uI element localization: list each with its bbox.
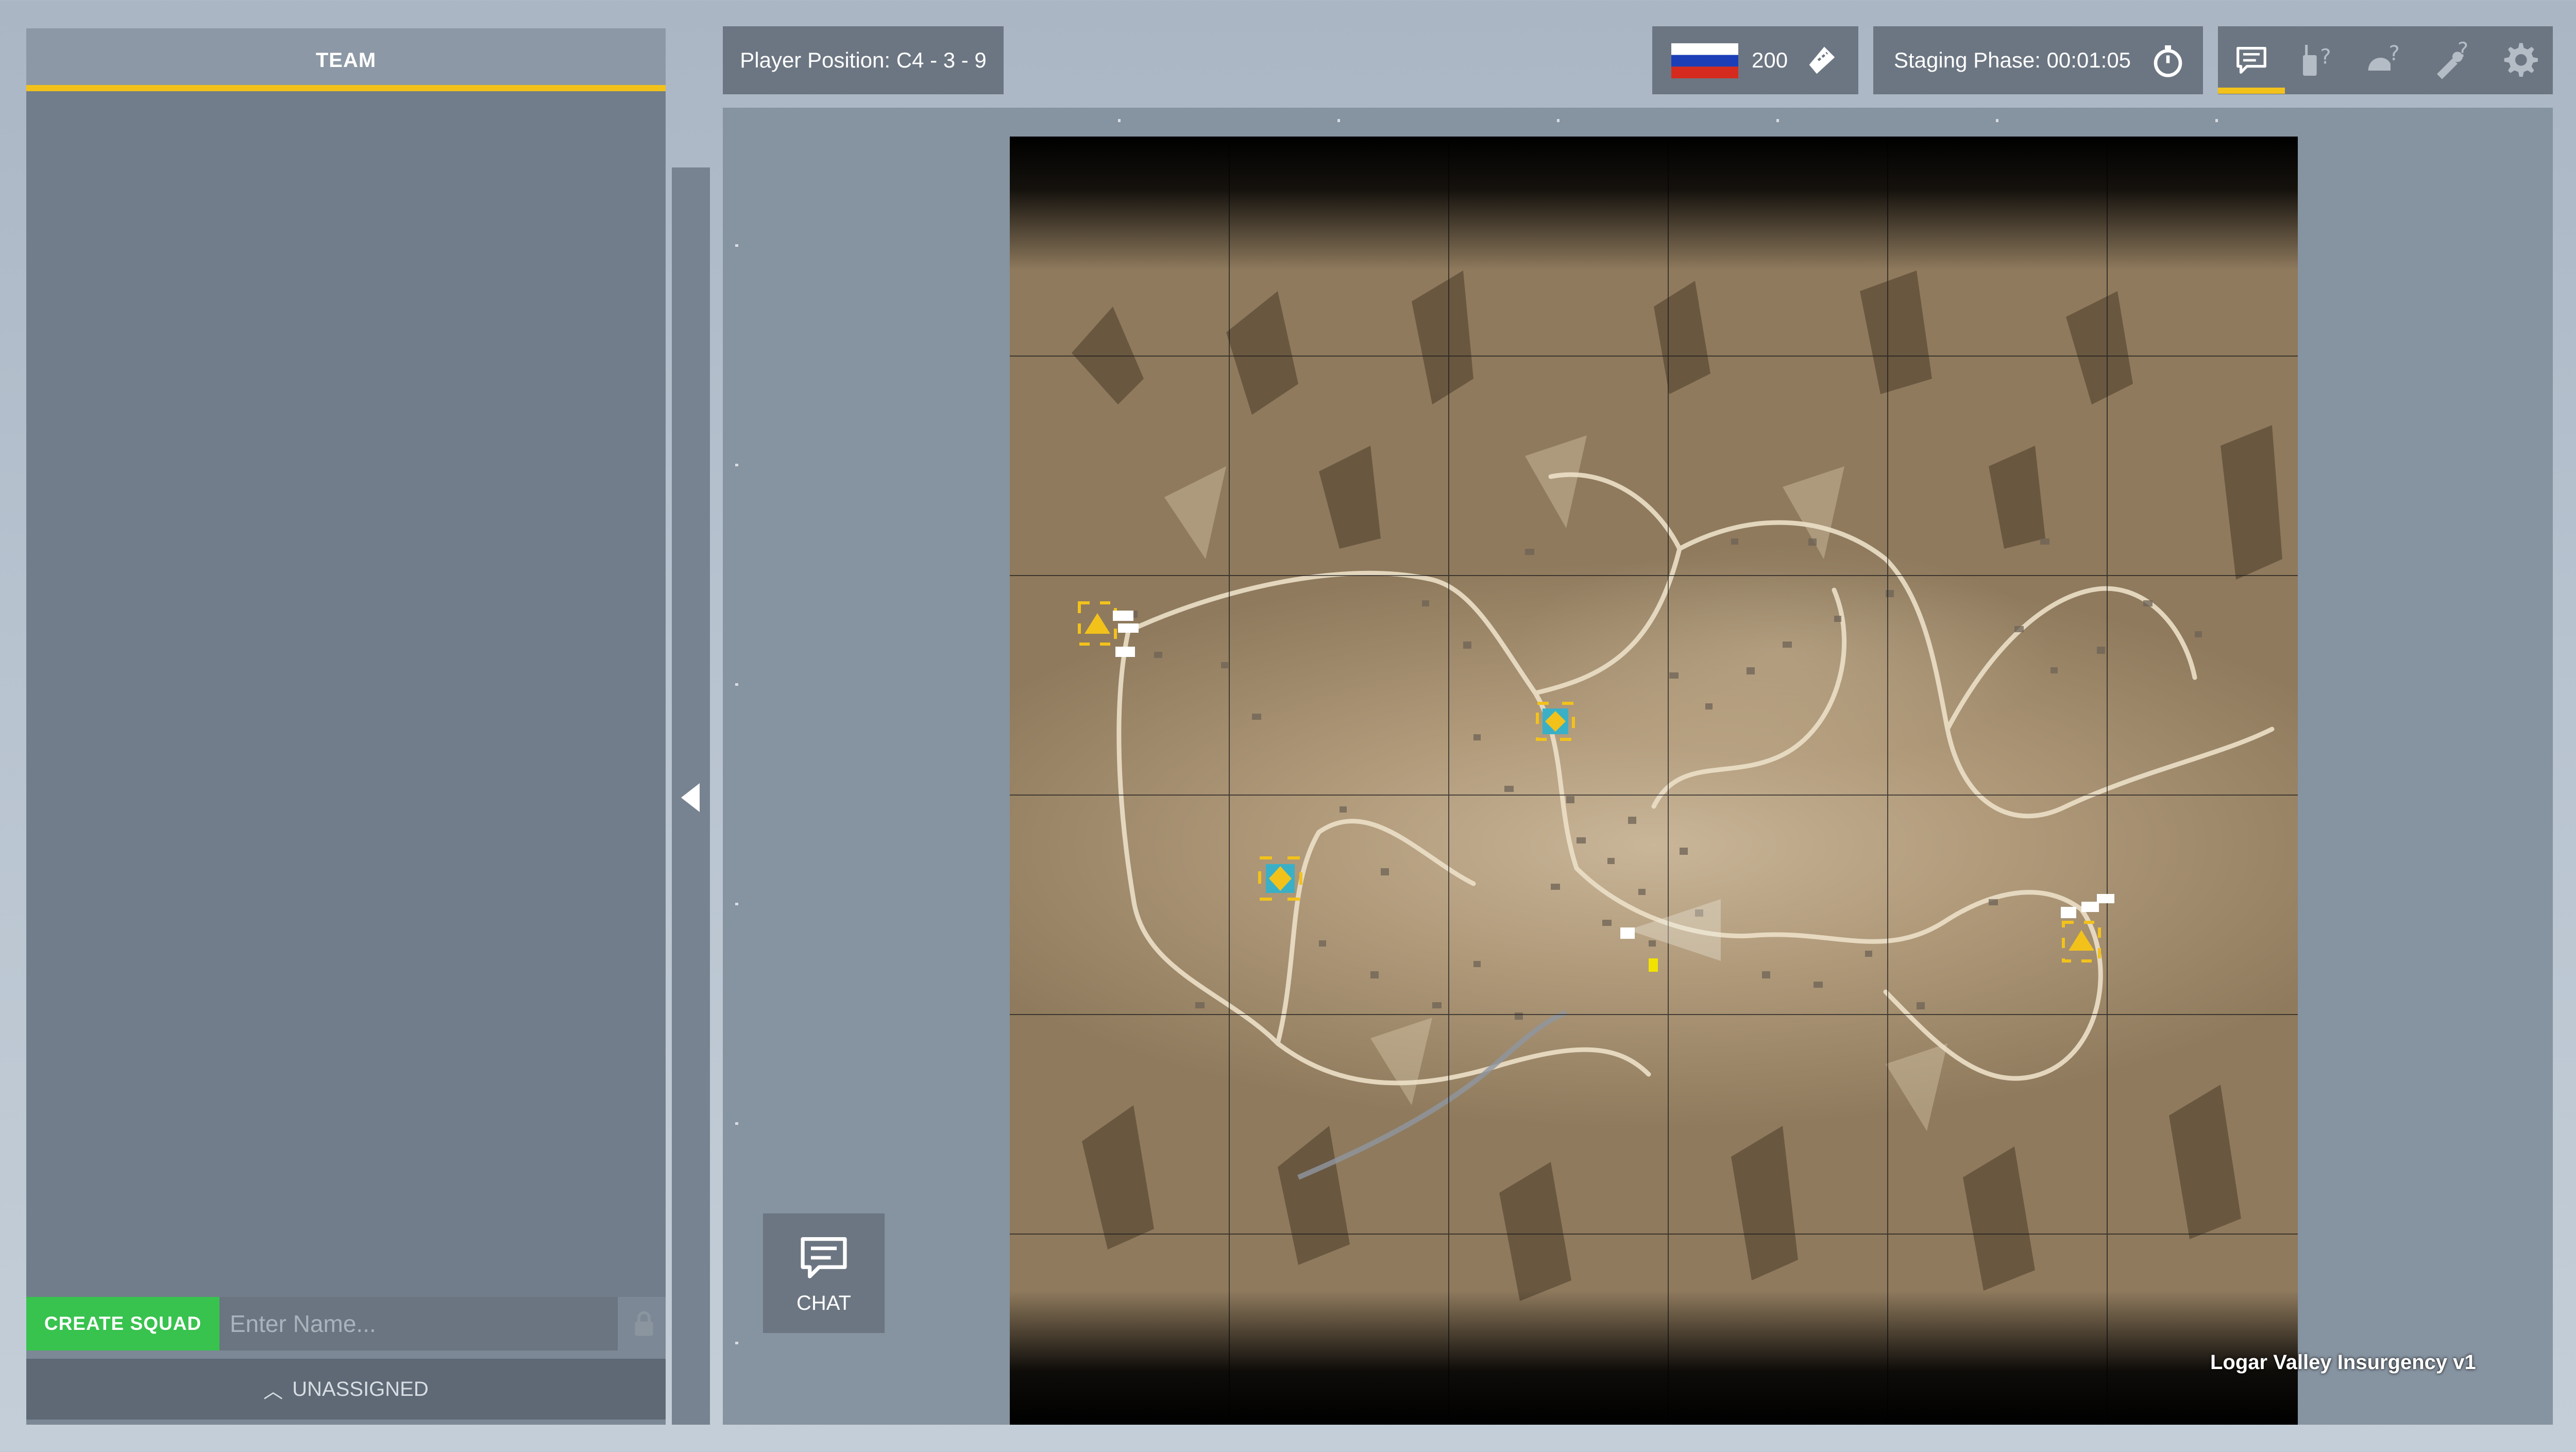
- tactical-map[interactable]: [1010, 137, 2298, 1425]
- stopwatch-icon: [2154, 45, 2182, 77]
- team-tab[interactable]: TEAM: [26, 28, 666, 93]
- unassigned-toggle[interactable]: ︿ UNASSIGNED: [26, 1359, 666, 1420]
- team-tab-label: TEAM: [315, 49, 377, 72]
- objective-marker-icon[interactable]: [1258, 856, 1302, 901]
- map-terrain: [1010, 137, 2298, 1425]
- wrench-help-button[interactable]: ?: [2419, 26, 2486, 94]
- chat-button-label: CHAT: [796, 1291, 851, 1314]
- player-position: Player Position: C4 - 3 - 9: [723, 26, 1004, 94]
- svg-text:?: ?: [2458, 40, 2468, 62]
- settings-button[interactable]: [2486, 26, 2553, 94]
- map-title: Logar Valley Insurgency v1: [2210, 1351, 2476, 1374]
- radio-help-button[interactable]: ?: [2285, 26, 2352, 94]
- svg-text:?: ?: [2320, 45, 2331, 69]
- russia-flag-icon: [1671, 43, 1738, 78]
- map-tick: [735, 244, 738, 247]
- map-tick: [1337, 119, 1340, 122]
- chat-toolbar-button[interactable]: [2218, 26, 2285, 94]
- lock-icon[interactable]: [629, 1309, 659, 1340]
- map-tick: [735, 903, 738, 905]
- map-tick: [735, 1342, 738, 1344]
- active-tool-indicator: [2218, 88, 2285, 94]
- unassigned-label: UNASSIGNED: [292, 1377, 429, 1400]
- chat-button[interactable]: CHAT: [763, 1213, 885, 1333]
- staging-phase-label: Staging Phase:: [1894, 48, 2041, 72]
- staging-phase-timer: 00:01:05: [2046, 48, 2131, 72]
- team-tab-active-indicator: [26, 85, 666, 91]
- objective-marker-icon[interactable]: [1536, 702, 1575, 741]
- chat-icon: [801, 1237, 847, 1278]
- map-tick: [1557, 119, 1560, 122]
- radio-help-icon: ?: [2303, 45, 2331, 76]
- ticket-icon: [1809, 46, 1835, 74]
- main-base-icon[interactable]: [1078, 601, 1139, 657]
- chevron-up-icon: ︿: [263, 1380, 283, 1403]
- map-tick: [2215, 119, 2218, 122]
- helmet-help-button[interactable]: ?: [2352, 26, 2419, 94]
- squad-list: [26, 91, 666, 1297]
- create-squad-button[interactable]: CREATE SQUAD: [26, 1297, 219, 1350]
- map-tick: [735, 683, 738, 686]
- collapse-left-icon[interactable]: [681, 783, 702, 812]
- map-tick: [1776, 119, 1779, 122]
- map-tick: [1996, 119, 1998, 122]
- helmet-help-icon: ?: [2368, 42, 2400, 71]
- map-tick: [735, 464, 738, 466]
- ticket-count: 200: [1752, 48, 1788, 72]
- map-tick: [735, 1122, 738, 1125]
- gear-icon: [2504, 43, 2538, 77]
- svg-text:?: ?: [2389, 42, 2400, 65]
- wrench-help-icon: ?: [2437, 40, 2468, 79]
- map-bottom-fade: [1010, 1291, 2298, 1425]
- map-tick: [1118, 119, 1121, 122]
- squad-name-input[interactable]: [219, 1297, 618, 1350]
- map-top-fade: [1010, 137, 2298, 271]
- staging-phase: Staging Phase: 00:01:05: [1894, 26, 2131, 94]
- chat-icon: [2236, 47, 2266, 74]
